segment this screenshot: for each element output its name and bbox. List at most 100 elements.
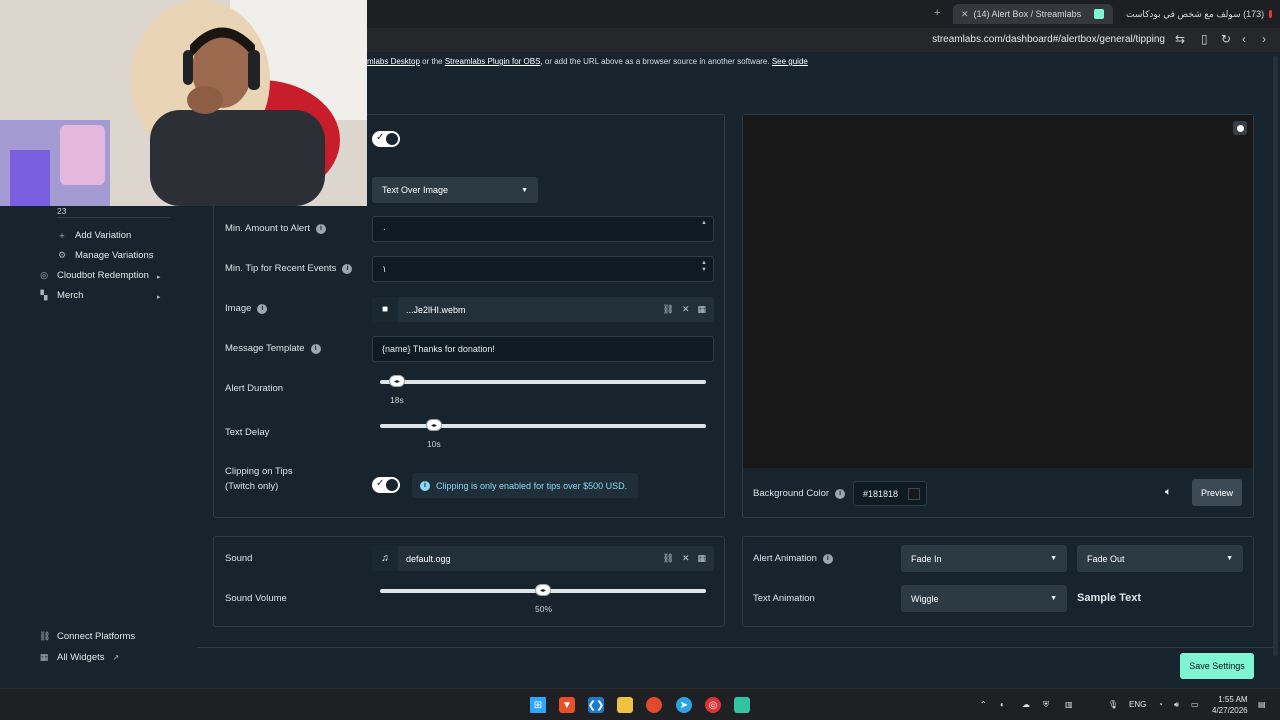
reload-icon[interactable]: ↻: [1221, 32, 1231, 46]
bookmark-icon[interactable]: ▯: [1201, 32, 1208, 46]
chevron-down-icon: ▼: [1050, 595, 1057, 602]
sound-label: Sound: [225, 553, 252, 564]
message-template-label: Message Template i: [225, 343, 321, 354]
info-icon[interactable]: i: [316, 223, 327, 234]
label-text: Clipping on Tips: [225, 466, 293, 477]
site-settings-icon[interactable]: ⇆: [1175, 32, 1185, 46]
chrome-icon[interactable]: ◎: [705, 697, 721, 713]
sidebar-item-label: Cloudbot Redemption: [57, 270, 149, 281]
alert-duration-slider[interactable]: [380, 380, 706, 384]
audio-app-icon[interactable]: ▥: [1065, 700, 1073, 709]
color-swatch[interactable]: [908, 488, 920, 500]
see-guide-link[interactable]: See guide: [772, 57, 808, 66]
layout-select-value: Text Over Image: [382, 185, 449, 195]
url-text[interactable]: streamlabs.com/dashboard#/alertbox/gener…: [932, 34, 1165, 45]
alert-duration-slider-handle[interactable]: ◂▸: [389, 375, 405, 387]
notifications-icon[interactable]: ▤: [1258, 700, 1266, 709]
stepper-icon[interactable]: ▲: [701, 220, 707, 226]
sidebar-item-cloudbot[interactable]: ◎ Cloudbot Redemption: [39, 270, 149, 281]
enable-toggle[interactable]: ✓: [372, 131, 400, 147]
info-icon[interactable]: i: [342, 263, 353, 274]
streamlabs-app-icon[interactable]: [734, 697, 750, 713]
chevron-right-icon: ▸: [157, 274, 161, 281]
field-value: ١: [382, 263, 387, 274]
link-icon[interactable]: ⛓: [663, 553, 674, 564]
check-icon: ✓: [376, 478, 385, 489]
info-icon: i: [420, 480, 430, 491]
sidebar-item-manage-variations[interactable]: ⚙ Manage Variations: [57, 250, 154, 261]
gallery-icon[interactable]: ▦: [697, 304, 706, 315]
volume-icon[interactable]: 🔈︎: [1165, 486, 1172, 499]
language-indicator[interactable]: ENG: [1129, 700, 1146, 709]
streamlabs-desktop-link[interactable]: mlabs Desktop: [367, 57, 420, 66]
preview-settings-button[interactable]: [1233, 121, 1247, 135]
message-template-input[interactable]: {name} Thanks for donation!: [372, 336, 714, 362]
tab-label: (173) سولف مع شخص في بودكاست: [1126, 8, 1265, 19]
text-animation-select[interactable]: Wiggle ▼: [901, 585, 1067, 612]
obs-plugin-link[interactable]: Streamlabs Plugin for OBS: [445, 57, 541, 66]
min-amount-input[interactable]: ۰ ▲: [372, 216, 714, 242]
sidebar-item-add-variation[interactable]: + Add Variation: [57, 230, 131, 241]
sidebar-divider: [57, 217, 170, 218]
sound-volume-label: Sound Volume: [225, 593, 287, 604]
sidebar-item-label: Connect Platforms: [57, 631, 136, 642]
tab-podcast[interactable]: (173) سولف مع شخص في بودكاست: [1118, 4, 1280, 24]
sidebar-item-merch[interactable]: ▚ Merch: [39, 290, 84, 301]
speaker-icon[interactable]: 🔊︎: [1174, 700, 1179, 710]
tray-app-icon[interactable]: ◐: [1000, 700, 1005, 709]
show-hidden-icons[interactable]: ⌃: [980, 700, 987, 709]
text-delay-slider-handle[interactable]: ◂▸: [426, 419, 442, 431]
label-text: Message Template: [225, 343, 305, 354]
gallery-icon[interactable]: ▦: [697, 553, 706, 564]
sound-volume-slider-handle[interactable]: ◂▸: [535, 584, 551, 596]
new-tab-button[interactable]: +: [934, 7, 940, 19]
tab-alert-box[interactable]: ✕ (14) Alert Box / Streamlabs: [953, 4, 1113, 24]
sound-file-field[interactable]: ♫ default.ogg ⛓ ✕ ▦: [372, 546, 714, 571]
microphone-icon[interactable]: 🎙︎: [1108, 700, 1118, 709]
alert-duration-value: 18s: [390, 395, 404, 405]
file-explorer-icon[interactable]: [617, 697, 633, 713]
close-icon[interactable]: ✕: [961, 9, 969, 20]
external-link-icon: ↗: [112, 653, 120, 662]
info-icon[interactable]: i: [835, 488, 846, 499]
image-file-field[interactable]: ■ ...Je2lHI.webm ⛓ ✕ ▦: [372, 297, 714, 322]
fade-in-select[interactable]: Fade In ▼: [901, 545, 1067, 572]
close-icon[interactable]: ✕: [682, 553, 690, 564]
label-text: Alert Animation: [753, 553, 817, 564]
page-scrollbar[interactable]: [1273, 56, 1278, 656]
sidebar-item-label: Merch: [57, 290, 84, 301]
sidebar-item-all-widgets[interactable]: ▦ All Widgets ↗: [39, 652, 119, 663]
info-icon[interactable]: i: [257, 303, 268, 314]
sidebar-item-connect-platforms[interactable]: ⛓ Connect Platforms: [39, 631, 135, 642]
background-color-label: Background Color i: [753, 488, 846, 499]
sidebar-item-label: Add Variation: [75, 230, 132, 241]
telegram-icon[interactable]: ➤: [676, 697, 692, 713]
windows-start-icon[interactable]: ⊞: [530, 697, 546, 713]
min-tip-input[interactable]: ١ ▲ ▼: [372, 256, 714, 282]
forward-icon[interactable]: ›: [1262, 32, 1266, 46]
streamlabs-desktop-icon[interactable]: [646, 697, 662, 713]
close-icon[interactable]: ✕: [682, 304, 690, 315]
layout-select[interactable]: Text Over Image ▼: [372, 177, 538, 203]
save-settings-button[interactable]: Save Settings: [1180, 653, 1254, 679]
info-icon[interactable]: i: [310, 343, 321, 354]
label-text: Min. Amount to Alert: [225, 223, 311, 234]
clock[interactable]: 1:55 AM 4/27/2026: [1212, 694, 1248, 716]
label-text: Min. Tip for Recent Events: [225, 263, 337, 274]
defender-icon[interactable]: ⛨: [1043, 700, 1049, 710]
link-icon[interactable]: ⛓: [663, 304, 674, 315]
tab-label: (14) Alert Box / Streamlabs: [973, 9, 1082, 19]
back-icon[interactable]: ‹: [1242, 32, 1246, 46]
fade-out-select[interactable]: Fade Out ▼: [1077, 545, 1243, 572]
battery-icon[interactable]: ▭: [1191, 700, 1199, 709]
preview-button[interactable]: Preview: [1192, 479, 1242, 506]
vscode-icon[interactable]: ❮❯: [588, 697, 604, 713]
info-icon[interactable]: i: [822, 553, 833, 564]
brave-browser-icon[interactable]: ▼: [559, 697, 575, 713]
clipping-toggle[interactable]: ✓: [372, 477, 400, 493]
wifi-icon[interactable]: ◔: [1158, 700, 1163, 709]
background-color-input[interactable]: #181818: [853, 481, 927, 506]
notice-text: , or add the URL above as a browser sour…: [540, 57, 772, 66]
stepper-icon[interactable]: ▲ ▼: [701, 260, 707, 274]
onedrive-icon[interactable]: ☁: [1022, 700, 1030, 709]
